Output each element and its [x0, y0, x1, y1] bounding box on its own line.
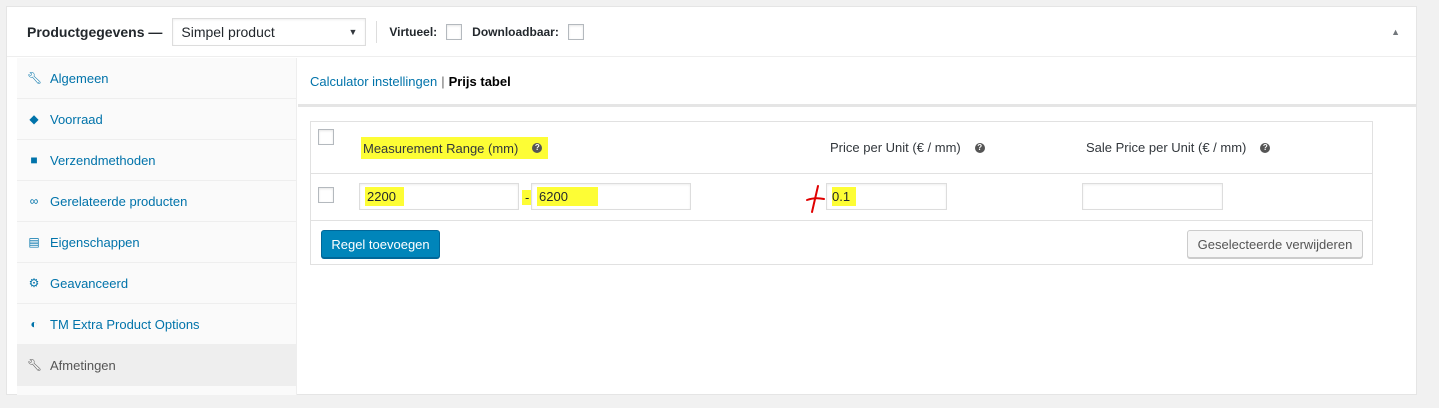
price-table: Measurement Range (mm) ? Price per Unit … [310, 121, 1373, 265]
tab-linked-products[interactable]: ∞ Gerelateerde producten [17, 181, 296, 222]
list-icon: ▤ [28, 235, 40, 249]
sale-column-header: Sale Price per Unit (€ / mm) ? [1086, 140, 1271, 155]
price-table-link[interactable]: Prijs tabel [449, 74, 511, 89]
select-all-checkbox[interactable] [318, 129, 334, 145]
help-icon[interactable]: ? [1260, 142, 1271, 153]
range-to-value: 6200 [537, 187, 598, 206]
product-type-select[interactable]: Simpel product ▼ [172, 17, 367, 46]
truck-icon: ■ [30, 153, 38, 167]
tab-attributes[interactable]: ▤ Eigenschappen [17, 222, 296, 263]
tab-label: Algemeen [50, 70, 109, 86]
tab-dimensions[interactable]: 🔧︎ Afmetingen [17, 345, 296, 386]
dimensions-panel: Calculator instellingen | Prijs tabel Me… [298, 58, 1416, 395]
calculator-settings-link[interactable]: Calculator instellingen [310, 74, 437, 89]
tab-label: Verzendmethoden [50, 152, 156, 168]
help-icon[interactable]: ? [532, 143, 543, 153]
virtual-label: Virtueel: [389, 24, 438, 39]
product-data-tabs: 🔧︎ Algemeen ◆ Voorraad ■ Verzendmethoden… [17, 58, 297, 395]
tab-label: Gerelateerde producten [50, 193, 188, 209]
tab-label: TM Extra Product Options [50, 316, 200, 332]
table-row: 2200 - 6200 0.1 [311, 174, 1372, 221]
panel-subnav: Calculator instellingen | Prijs tabel [298, 58, 1416, 107]
help-icon[interactable]: ? [974, 142, 985, 153]
add-row-button[interactable]: Regel toevoegen [321, 230, 440, 258]
collapse-toggle-icon[interactable]: ▲ [1391, 27, 1400, 37]
tab-shipping[interactable]: ■ Verzendmethoden [17, 140, 296, 181]
tab-label: Geavanceerd [50, 275, 129, 291]
tab-label: Afmetingen [50, 357, 116, 373]
product-data-title: Productgegevens — [27, 23, 163, 40]
tab-label: Voorraad [50, 111, 103, 127]
virtual-option[interactable]: Virtueel: [389, 23, 463, 40]
range-to-input[interactable]: 6200 [531, 183, 691, 210]
wrench-icon: 🔧︎ [27, 71, 43, 85]
gear-icon: ⚙ [28, 276, 40, 290]
tab-tm-extra-options[interactable]: ◐ TM Extra Product Options [17, 304, 296, 345]
table-header: Measurement Range (mm) ? Price per Unit … [311, 122, 1372, 174]
tag-icon: ◆ [29, 112, 39, 126]
contrast-icon: ◐ [30, 317, 38, 331]
product-type-value: Simpel product [181, 23, 275, 40]
tab-inventory[interactable]: ◆ Voorraad [17, 99, 296, 140]
subnav-separator: | [441, 73, 445, 89]
tab-advanced[interactable]: ⚙ Geavanceerd [17, 263, 296, 304]
row-checkbox[interactable] [318, 187, 334, 203]
chevron-down-icon: ▼ [348, 26, 358, 37]
header-divider [376, 20, 378, 43]
link-icon: ∞ [29, 194, 39, 208]
red-annotation-mark [806, 185, 825, 213]
sale-header-label: Sale Price per Unit (€ / mm) [1086, 140, 1247, 155]
product-data-box: Productgegevens — Simpel product ▼ Virtu… [6, 6, 1417, 395]
product-data-header: Productgegevens — Simpel product ▼ Virtu… [7, 7, 1416, 57]
downloadable-checkbox[interactable] [567, 23, 584, 40]
range-from-input[interactable]: 2200 [359, 183, 519, 210]
price-header-label: Price per Unit (€ / mm) [830, 140, 961, 155]
delete-selected-button[interactable]: Geselecteerde verwijderen [1187, 230, 1363, 258]
tab-general[interactable]: 🔧︎ Algemeen [17, 58, 296, 99]
sale-price-input[interactable] [1082, 183, 1223, 210]
range-header-label: Measurement Range (mm) [363, 140, 519, 156]
range-from-value: 2200 [365, 187, 404, 206]
range-column-header: Measurement Range (mm) ? [361, 137, 549, 159]
price-column-header: Price per Unit (€ / mm) ? [830, 140, 985, 155]
downloadable-option[interactable]: Downloadbaar: [472, 23, 584, 40]
virtual-checkbox[interactable] [446, 23, 463, 40]
price-input[interactable]: 0.1 [826, 183, 947, 210]
price-value: 0.1 [832, 187, 857, 206]
wrench-icon: 🔧︎ [27, 358, 43, 372]
downloadable-label: Downloadbaar: [472, 24, 559, 39]
tab-label: Eigenschappen [50, 234, 140, 250]
